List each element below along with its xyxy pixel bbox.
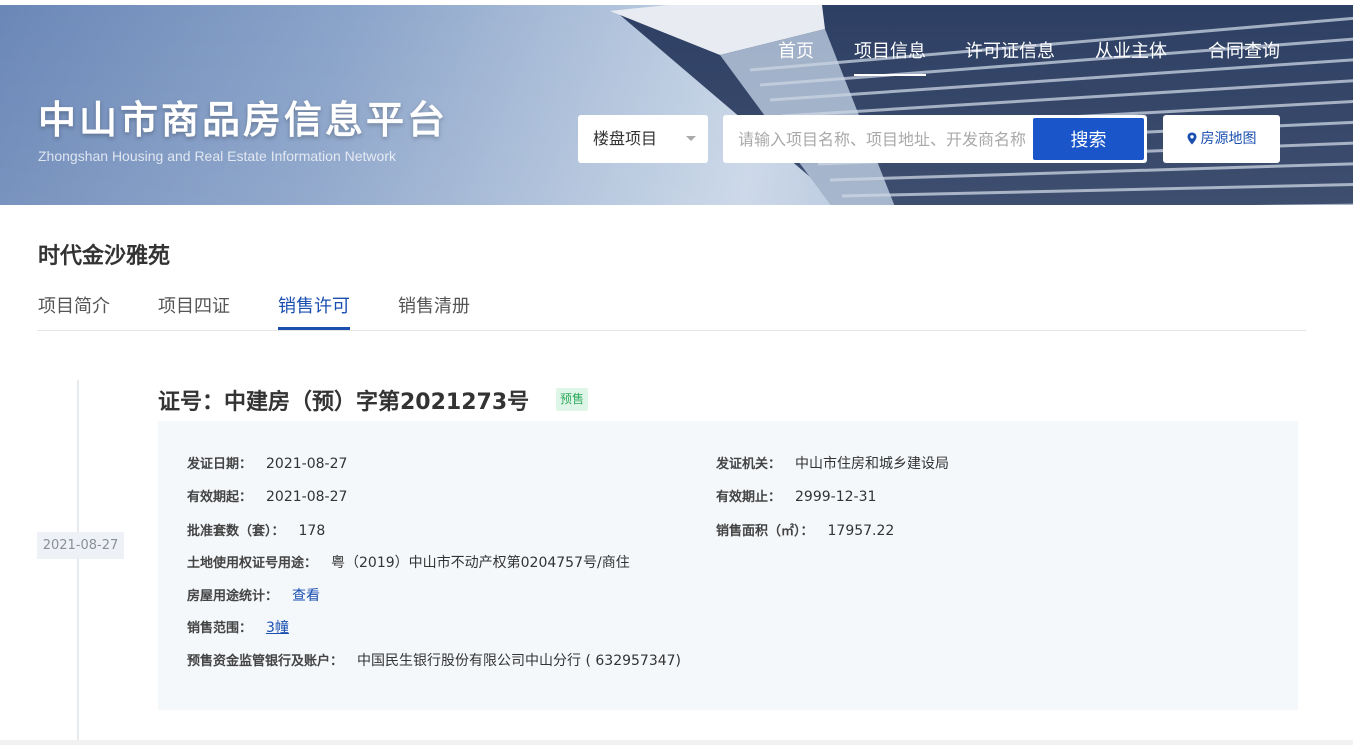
sales-scope-row: 销售范围： 3幢: [187, 617, 289, 637]
area-label: 销售面积（㎡）：: [716, 524, 814, 539]
sales-scope-link[interactable]: 3幢: [266, 620, 289, 636]
issuer-row: 发证机关： 中山市住房和城乡建设局: [716, 453, 949, 473]
nav-projects[interactable]: 项目信息: [854, 37, 926, 76]
tab-sales-permit[interactable]: 销售许可: [278, 292, 350, 330]
escrow-label: 预售资金监管银行及账户：: [187, 654, 344, 669]
timeline-date-badge: 2021-08-27: [37, 532, 124, 559]
valid-from-row: 有效期起： 2021-08-27: [187, 486, 347, 505]
units-row: 批准套数（套）： 178: [187, 520, 325, 539]
usage-stats-row: 房屋用途统计： 查看: [187, 585, 320, 605]
status-badge: 预售: [556, 388, 589, 411]
header-banner: 中山市商品房信息平台 Zhongshan Housing and Real Es…: [0, 5, 1353, 205]
issue-date-row: 发证日期： 2021-08-27: [187, 453, 347, 472]
site-subtitle: Zhongshan Housing and Real Estate Inform…: [38, 148, 396, 164]
search-bar: 搜索: [723, 115, 1147, 163]
search-button[interactable]: 搜索: [1033, 118, 1144, 160]
housing-map-button[interactable]: 房源地图: [1163, 115, 1280, 163]
permit-details-panel: 发证日期： 2021-08-27 发证机关： 中山市住房和城乡建设局 有效期起： 20…: [158, 421, 1298, 710]
map-pin-icon: [1187, 132, 1196, 145]
land-cert-label: 土地使用权证号用途：: [187, 556, 318, 571]
view-usage-stats-link[interactable]: 查看: [292, 588, 320, 604]
nav-permits[interactable]: 许可证信息: [965, 37, 1055, 63]
page-bottom-divider: [0, 740, 1353, 745]
search-input[interactable]: [723, 115, 1033, 163]
tab-overview[interactable]: 项目简介: [38, 292, 110, 318]
issue-date-value: 2021-08-27: [266, 456, 348, 472]
escrow-row: 预售资金监管银行及账户： 中国民生银行股份有限公司中山分行 ( 632957347…: [187, 650, 681, 670]
housing-map-label: 房源地图: [1200, 131, 1257, 147]
nav-contracts[interactable]: 合同查询: [1208, 37, 1280, 63]
land-cert-value: 粤（2019）中山市不动产权第0204757号/商住: [331, 555, 630, 571]
tab-four-certificates[interactable]: 项目四证: [158, 292, 230, 318]
sales-scope-label: 销售范围：: [187, 621, 253, 636]
permit-title: 证号：中建房（预）字第2021273号: [158, 390, 530, 415]
project-name: 时代金沙雅苑: [38, 244, 171, 269]
issue-date-label: 发证日期：: [187, 457, 253, 472]
nav-home[interactable]: 首页: [778, 37, 814, 63]
valid-from-value: 2021-08-27: [266, 489, 348, 505]
issuer-label: 发证机关：: [716, 457, 782, 472]
area-row: 销售面积（㎡）： 17957.22: [716, 520, 894, 539]
search-category-select[interactable]: 楼盘项目: [578, 115, 708, 163]
chevron-down-icon: [686, 136, 696, 141]
top-navigation: 首页 项目信息 许可证信息 从业主体 合同查询: [0, 37, 1353, 77]
issuer-value: 中山市住房和城乡建设局: [795, 456, 950, 472]
site-title: 中山市商品房信息平台: [38, 98, 449, 142]
tab-sales-list[interactable]: 销售清册: [398, 292, 470, 318]
usage-stats-label: 房屋用途统计：: [187, 589, 279, 604]
valid-from-label: 有效期起：: [187, 490, 253, 505]
valid-to-value: 2999-12-31: [795, 489, 877, 505]
valid-to-row: 有效期止： 2999-12-31: [716, 486, 876, 505]
timeline-line: [77, 380, 79, 745]
area-value: 17957.22: [827, 523, 895, 539]
escrow-value: 中国民生银行股份有限公司中山分行 ( 632957347): [357, 653, 682, 669]
search-category-value: 楼盘项目: [593, 129, 658, 148]
land-cert-row: 土地使用权证号用途： 粤（2019）中山市不动产权第0204757号/商住: [187, 552, 630, 572]
nav-entities[interactable]: 从业主体: [1095, 37, 1167, 63]
project-tabs: 项目简介 项目四证 销售许可 销售清册: [37, 292, 1306, 331]
units-value: 178: [298, 523, 326, 539]
units-label: 批准套数（套）：: [187, 524, 285, 539]
valid-to-label: 有效期止：: [716, 490, 782, 505]
